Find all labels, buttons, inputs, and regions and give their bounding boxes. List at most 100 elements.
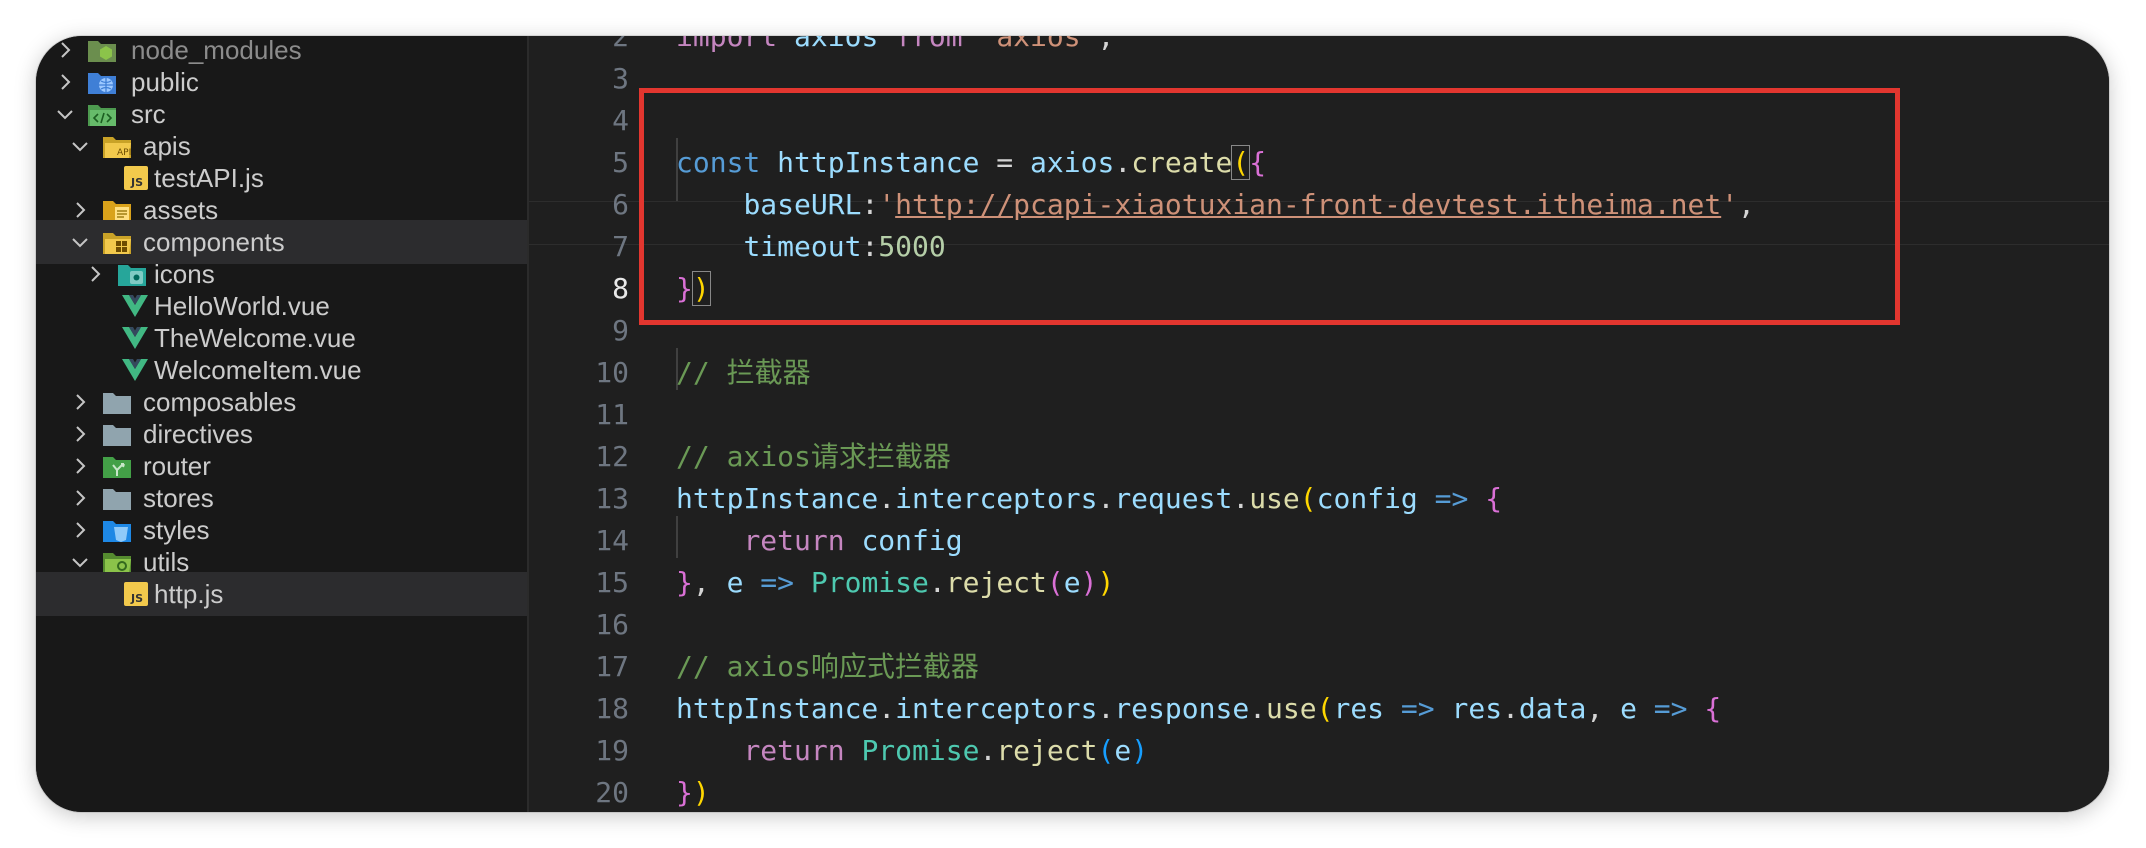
line-number: 11 <box>595 398 629 431</box>
code-token: // axios响应式拦截器 <box>676 650 979 683</box>
code-token: e <box>1620 692 1637 725</box>
code-line[interactable]: 12 // axios请求拦截器 <box>529 436 2109 478</box>
code-token: ( <box>1097 734 1115 767</box>
code-token: . <box>1502 692 1519 725</box>
line-number: 16 <box>595 608 629 641</box>
line-number: 4 <box>612 104 629 137</box>
code-token: response <box>1114 692 1250 725</box>
line-number: 6 <box>612 188 629 221</box>
code-line[interactable]: 11 <box>529 394 2109 436</box>
code-token: . <box>1249 692 1267 725</box>
code-line[interactable]: 18 httpInstance.interceptors.response.use… <box>529 688 2109 730</box>
code-token: httpInstance <box>676 482 879 515</box>
code-token: interceptors <box>895 692 1098 725</box>
code-line[interactable]: 17 // axios响应式拦截器 <box>529 646 2109 688</box>
code-token: ) <box>692 776 710 809</box>
code-token: , <box>1586 692 1621 725</box>
code-token: use <box>1266 692 1317 725</box>
line-number: 10 <box>595 356 629 389</box>
code-line[interactable]: 14 return config <box>529 520 2109 562</box>
code-line[interactable]: 2 import axios from "axios"; <box>529 36 2109 58</box>
code-token: => <box>1400 692 1435 725</box>
code-token: request <box>1114 482 1233 515</box>
code-line[interactable]: 15}, e => Promise.reject(e)) <box>529 562 2109 604</box>
code-text: // axios请求拦截器 <box>676 436 951 478</box>
code-token: res <box>1451 692 1503 725</box>
code-token: { <box>1704 692 1722 725</box>
code-text: }, e => Promise.reject(e)) <box>676 562 1114 604</box>
code-text: return Promise.reject(e) <box>676 730 1148 772</box>
line-number: 17 <box>595 650 629 683</box>
svg-text:JS: JS <box>130 592 143 605</box>
line-number: 18 <box>595 692 629 725</box>
code-token: . <box>1097 482 1115 515</box>
code-token: . <box>878 482 896 515</box>
line-number: 8 <box>612 272 629 305</box>
code-line[interactable]: 19 return Promise.reject(e) <box>529 730 2109 772</box>
code-token: => <box>760 566 795 599</box>
code-token: e <box>726 566 744 599</box>
code-token: ( <box>1046 566 1064 599</box>
code-token: => <box>1434 482 1469 515</box>
code-token: } <box>676 776 693 809</box>
code-text: // axios响应式拦截器 <box>676 646 979 688</box>
code-token: . <box>979 734 997 767</box>
code-token: httpInstance <box>676 692 879 725</box>
code-line[interactable]: 16 <box>529 604 2109 646</box>
line-number: 5 <box>612 146 629 179</box>
code-token: . <box>1232 482 1250 515</box>
code-token: axios <box>794 36 879 53</box>
code-token: , <box>692 566 727 599</box>
code-text: httpInstance.interceptors.response.use(r… <box>676 688 1721 730</box>
code-token: import <box>676 36 778 53</box>
line-number: 12 <box>595 440 629 473</box>
code-token: from <box>895 36 963 53</box>
line-number: 14 <box>595 524 629 557</box>
code-token: Promise <box>861 734 980 767</box>
line-number: 7 <box>612 230 629 263</box>
code-token: . <box>928 566 946 599</box>
code-token: ) <box>1131 734 1149 767</box>
js-file-icon: JS <box>121 580 151 608</box>
ide-window: node_modules public src API apis JS test… <box>36 36 2109 812</box>
tree-item-label: http.js <box>154 579 224 609</box>
annotation-highlight-box <box>639 88 1900 325</box>
code-token: ) <box>1080 566 1098 599</box>
code-text: }) <box>676 772 710 812</box>
code-token: ( <box>1299 482 1317 515</box>
code-token: // 拦截器 <box>676 356 811 389</box>
code-token: interceptors <box>895 482 1098 515</box>
line-number: 13 <box>595 482 629 515</box>
code-text: return config <box>676 520 962 562</box>
explorer-sidebar: node_modules public src API apis JS test… <box>36 36 529 812</box>
code-line[interactable]: 13 httpInstance.interceptors.request.use(… <box>529 478 2109 520</box>
code-text: import axios from "axios"; <box>676 36 1114 58</box>
tree-item-http-js[interactable]: JS http.js <box>36 572 527 616</box>
code-line[interactable]: 10 // 拦截器 <box>529 352 2109 394</box>
code-token: ) <box>1097 566 1115 599</box>
code-token: "axios" <box>979 36 1098 53</box>
code-token: data <box>1518 692 1587 725</box>
code-text: httpInstance.interceptors.request.use(co… <box>676 478 1502 520</box>
code-token: } <box>676 566 693 599</box>
line-number: 3 <box>612 62 629 95</box>
code-line[interactable]: 20}) <box>529 772 2109 812</box>
code-text: // 拦截器 <box>676 352 811 394</box>
line-number: 2 <box>612 36 629 53</box>
code-token: { <box>1485 482 1503 515</box>
line-number: 19 <box>595 734 629 767</box>
code-token: // axios请求拦截器 <box>676 440 951 473</box>
code-token: config <box>1316 482 1418 515</box>
code-token: return <box>743 524 845 557</box>
code-token: . <box>878 692 896 725</box>
code-token: Promise <box>810 566 929 599</box>
code-token: e <box>1063 566 1081 599</box>
code-token: e <box>1114 734 1132 767</box>
